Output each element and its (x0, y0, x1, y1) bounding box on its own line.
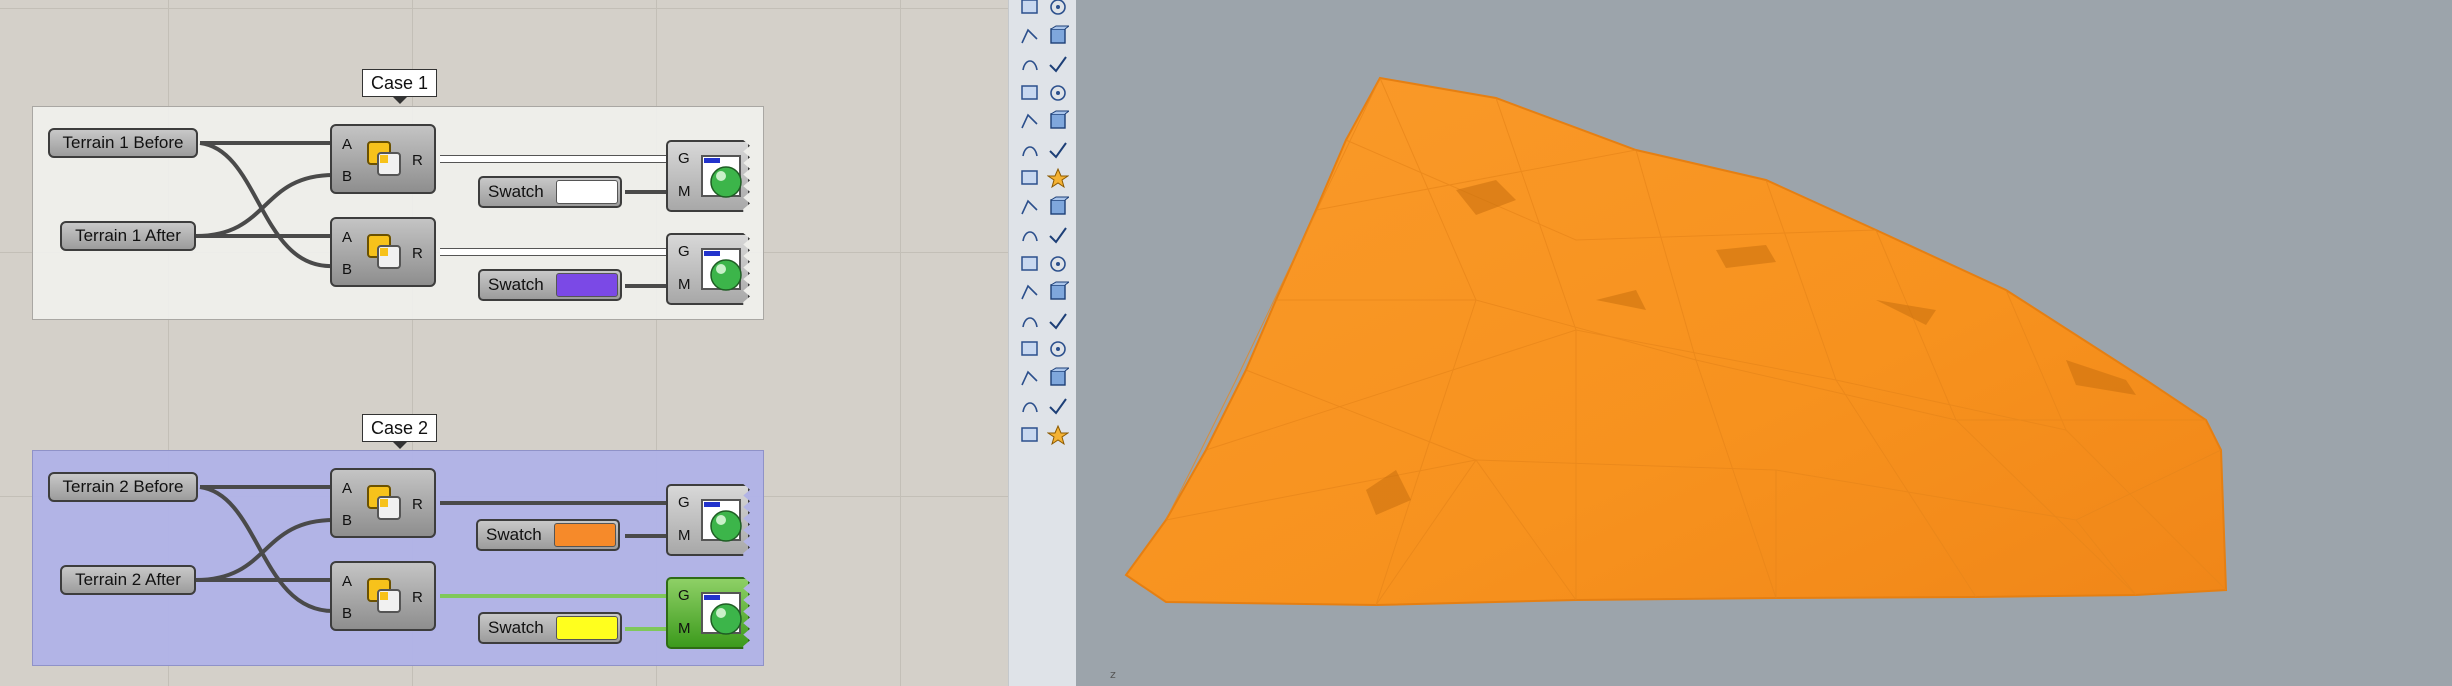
ellipse-icon[interactable] (1047, 0, 1069, 18)
measure-icon[interactable] (1047, 338, 1069, 360)
scale-icon[interactable] (1047, 253, 1069, 275)
copy-icon[interactable] (1047, 196, 1071, 218)
boolean-difference-component[interactable]: A B R (330, 124, 436, 194)
group-title-case-1[interactable]: Case 1 (362, 69, 438, 104)
rectangle-icon[interactable] (1047, 25, 1071, 47)
array-icon[interactable] (1019, 367, 1041, 389)
boolean-difference-component[interactable]: A B R (330, 561, 436, 631)
input-g-label: G (678, 494, 690, 511)
input-g-label: G (678, 150, 690, 167)
custom-preview-component-selected[interactable]: G M (666, 577, 750, 649)
param-terrain-2-after[interactable]: Terrain 2 After (60, 565, 196, 595)
swatch-label: Swatch (488, 618, 544, 637)
group-title-case-2[interactable]: Case 2 (362, 414, 438, 449)
boolean-difference-component[interactable]: A B R (330, 468, 436, 538)
output-r-label: R (412, 245, 423, 262)
input-a-label: A (342, 480, 353, 497)
custom-preview-component[interactable]: G M (666, 140, 750, 212)
swatch-component[interactable]: Swatch (476, 519, 620, 551)
group-icon[interactable] (1019, 310, 1041, 332)
input-m-label: M (678, 527, 691, 544)
grasshopper-canvas[interactable]: Case 1 Case 2 Terrain 1 Before Terrain 1… (0, 0, 1008, 686)
boolean-union-icon[interactable] (1019, 224, 1041, 246)
swatch-color-white[interactable] (556, 180, 618, 204)
input-a-label: A (342, 573, 353, 590)
param-terrain-1-before[interactable]: Terrain 1 Before (48, 128, 198, 158)
custom-preview-component[interactable]: G M (666, 484, 750, 556)
rhino-perspective-viewport[interactable]: z (1076, 0, 2452, 686)
input-a-label: A (342, 136, 353, 153)
input-g-label: G (678, 243, 690, 260)
swatch-label: Swatch (486, 525, 542, 544)
layer-icon[interactable] (1047, 310, 1069, 332)
param-label: Terrain 1 After (75, 226, 181, 245)
terrain-mesh-preview (1124, 76, 2228, 607)
render-icon[interactable] (1019, 395, 1041, 417)
box-icon[interactable] (1019, 110, 1041, 132)
input-b-label: B (342, 168, 353, 185)
input-b-label: B (342, 512, 353, 529)
boolean-difference-component[interactable]: A B R (330, 217, 436, 287)
input-b-label: B (342, 605, 353, 622)
mesh-icon[interactable] (1019, 338, 1041, 360)
polyline-icon[interactable] (1019, 25, 1041, 47)
output-r-label: R (412, 496, 423, 513)
input-m-label: M (678, 183, 691, 200)
curve-edit-icon[interactable] (1019, 82, 1041, 104)
move-icon[interactable] (1019, 196, 1041, 218)
preview-sphere-icon (701, 592, 742, 635)
boolean-difference-icon (367, 234, 401, 269)
rhino-command-toolbar (1008, 0, 1078, 686)
preview-sphere-icon (701, 155, 742, 198)
param-label: Terrain 1 Before (62, 133, 184, 152)
swatch-label: Swatch (488, 275, 544, 294)
terrain-surface (1124, 76, 2228, 607)
boolean-difference-icon (367, 578, 401, 613)
swatch-label: Swatch (488, 182, 544, 201)
boolean-split-icon[interactable] (1047, 224, 1069, 246)
swatch-component[interactable]: Swatch (478, 176, 622, 208)
input-b-label: B (342, 261, 353, 278)
input-m-label: M (678, 276, 691, 293)
analyze-icon[interactable] (1047, 367, 1071, 389)
swatch-color-yellow[interactable] (556, 616, 618, 640)
fillet-icon[interactable] (1047, 82, 1069, 104)
input-g-label: G (678, 587, 690, 604)
swatch-color-purple[interactable] (556, 273, 618, 297)
swatch-color-orange[interactable] (554, 523, 616, 547)
check-icon[interactable] (1047, 395, 1069, 417)
world-axis-icon: z (1110, 668, 1116, 681)
output-r-label: R (412, 589, 423, 606)
output-r-label: R (412, 152, 423, 169)
arc-icon[interactable] (1047, 53, 1069, 75)
gumball-icon[interactable] (1019, 167, 1041, 189)
boolean-difference-icon (367, 485, 401, 520)
param-label: Terrain 2 Before (62, 477, 184, 496)
input-m-label: M (678, 620, 691, 637)
circle-icon[interactable] (1019, 53, 1041, 75)
dimension-icon[interactable] (1047, 281, 1071, 303)
swatch-component[interactable]: Swatch (478, 269, 622, 301)
extrude-icon[interactable] (1019, 139, 1041, 161)
param-label: Terrain 2 After (75, 570, 181, 589)
preview-sphere-icon (701, 248, 742, 291)
block-icon[interactable] (1019, 424, 1041, 446)
text-icon[interactable] (1019, 281, 1041, 303)
point-icon[interactable] (1019, 0, 1041, 18)
param-terrain-1-after[interactable]: Terrain 1 After (60, 221, 196, 251)
sphere-icon[interactable] (1047, 110, 1071, 132)
paint-icon[interactable] (1046, 424, 1070, 446)
swatch-component[interactable]: Swatch (478, 612, 622, 644)
surface-icon[interactable] (1047, 139, 1069, 161)
preview-sphere-icon (701, 499, 742, 542)
custom-preview-component[interactable]: G M (666, 233, 750, 305)
boolean-difference-icon (367, 141, 401, 176)
rotate-icon[interactable] (1019, 253, 1041, 275)
param-terrain-2-before[interactable]: Terrain 2 Before (48, 472, 198, 502)
explode-icon[interactable] (1046, 167, 1070, 189)
input-a-label: A (342, 229, 353, 246)
